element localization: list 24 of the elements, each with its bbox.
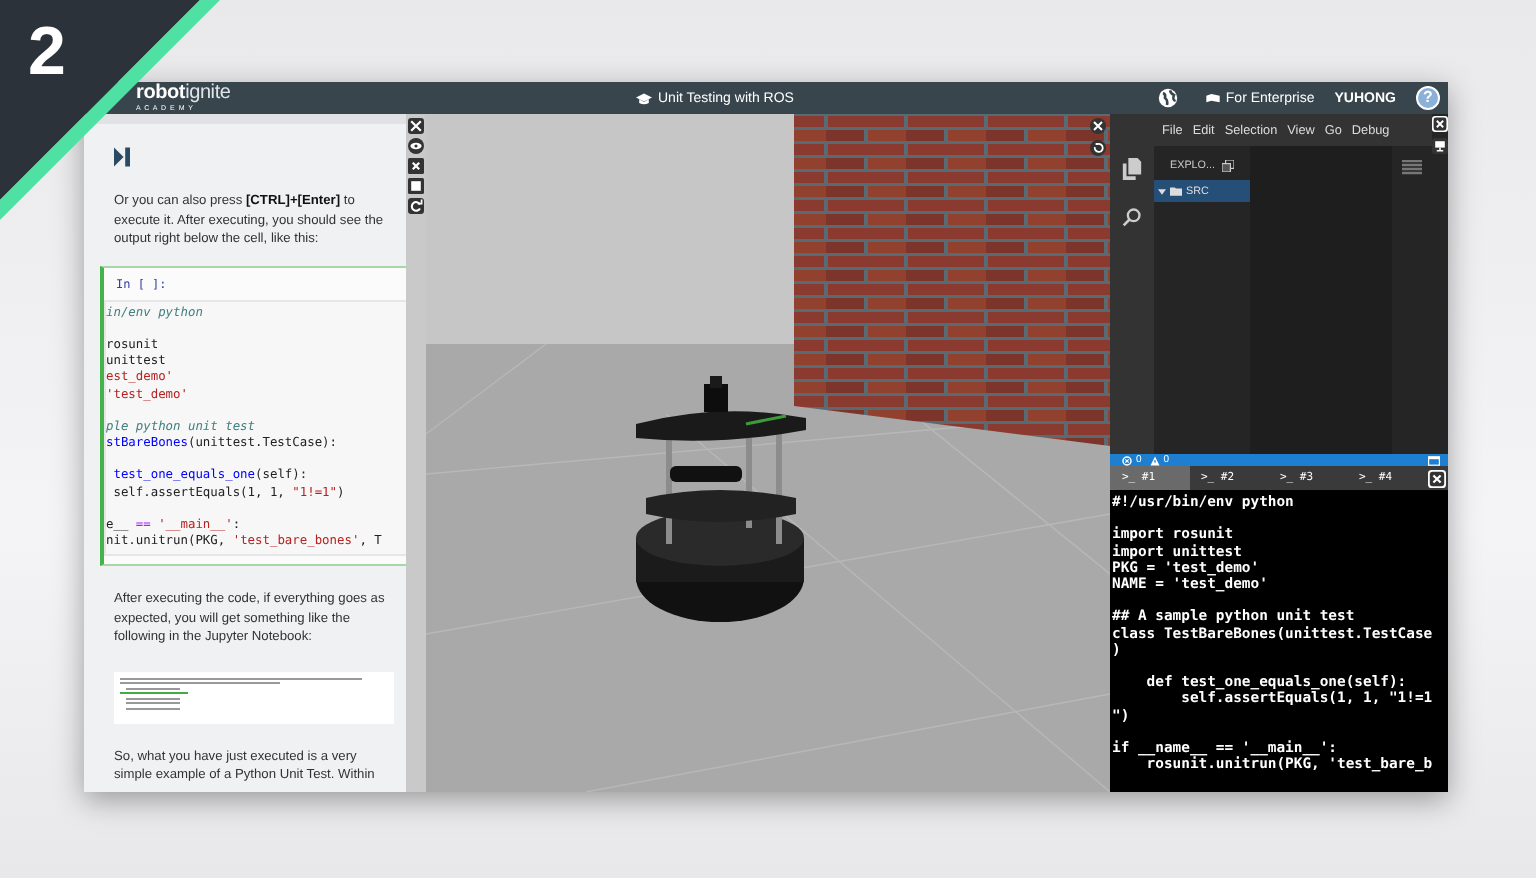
eye-icon[interactable] — [408, 138, 424, 154]
folder-icon — [1170, 186, 1182, 196]
code-cell[interactable] — [100, 265, 406, 567]
refresh-icon[interactable] — [408, 198, 424, 214]
caret-icon[interactable] — [1158, 187, 1166, 195]
terminal-panel[interactable] — [1110, 490, 1448, 792]
graduation-cap-icon — [636, 91, 652, 105]
square-icon[interactable] — [408, 178, 424, 194]
logo-wordmark[interactable]: robotignite — [136, 83, 636, 104]
flag-icon — [1205, 93, 1220, 103]
search-icon[interactable] — [1122, 206, 1142, 228]
close-icon[interactable] — [408, 158, 424, 174]
panel-icon[interactable] — [1428, 455, 1440, 465]
robot-simulation-drawing[interactable] — [426, 114, 1110, 792]
step-number: 2 — [28, 12, 66, 92]
warning-icon[interactable] — [1149, 455, 1160, 465]
globe-icon[interactable] — [1157, 88, 1178, 108]
files-icon[interactable] — [1122, 158, 1142, 180]
close-icon[interactable] — [1428, 469, 1446, 487]
copy-icon[interactable] — [1222, 160, 1235, 172]
skip-forward-icon[interactable] — [114, 146, 130, 168]
minimap-icon[interactable] — [1402, 160, 1422, 176]
error-icon[interactable] — [1122, 455, 1132, 465]
monitor-icon[interactable] — [1432, 138, 1448, 154]
